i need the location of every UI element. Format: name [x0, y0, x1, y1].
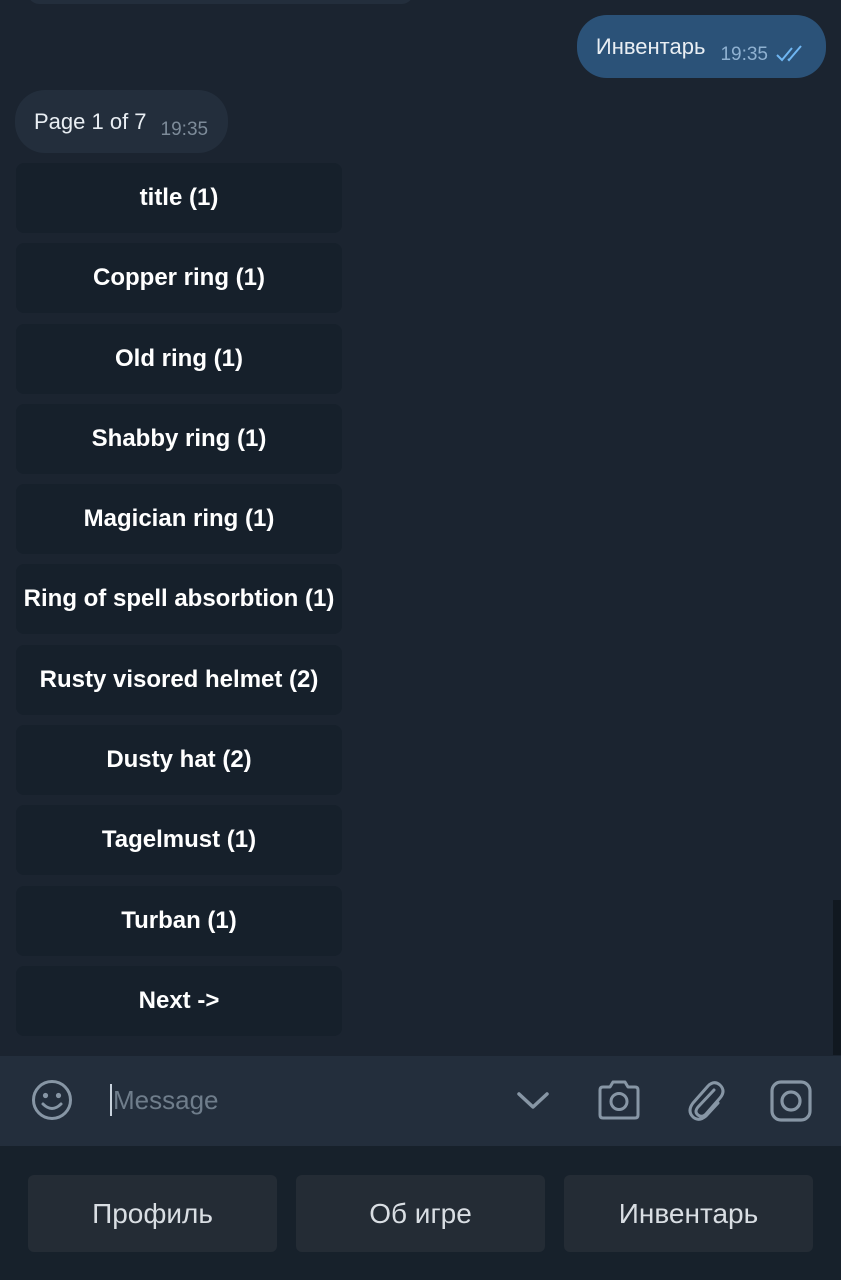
emoji-icon[interactable]	[30, 1078, 74, 1122]
inline-button-ring-of-spell-absorbtion[interactable]: Ring of spell absorbtion (1)	[16, 564, 342, 635]
inline-button-shabby-ring[interactable]: Shabby ring (1)	[16, 403, 342, 474]
reply-button-inventory[interactable]: Инвентарь	[564, 1175, 813, 1252]
incoming-message-bubble[interactable]: Page 1 of 7 19:35	[15, 90, 229, 153]
outgoing-message-text: Инвентарь	[595, 33, 706, 59]
reply-button-about-game[interactable]: Об игре	[296, 1175, 545, 1252]
reply-button-profile[interactable]: Профиль	[28, 1175, 277, 1252]
scrollbar[interactable]	[833, 900, 841, 1055]
chevron-down-icon[interactable]	[513, 1084, 553, 1116]
outgoing-message-time: 19:35	[720, 43, 768, 65]
incoming-message-text: Page 1 of 7	[34, 108, 147, 134]
inline-button-next[interactable]: Next ->	[16, 965, 342, 1036]
inline-keyboard: title (1) Copper ring (1) Old ring (1) S…	[16, 163, 342, 1046]
instagram-icon[interactable]	[768, 1078, 814, 1124]
inline-button-old-ring[interactable]: Old ring (1)	[16, 323, 342, 394]
camera-icon[interactable]	[596, 1078, 642, 1122]
outgoing-message-bubble[interactable]: Инвентарь 19:35	[576, 15, 826, 78]
inline-button-tagelmust[interactable]: Tagelmust (1)	[16, 805, 342, 876]
inline-button-rusty-visored-helmet[interactable]: Rusty visored helmet (2)	[16, 644, 342, 715]
inline-button-turban[interactable]: Turban (1)	[16, 885, 342, 956]
incoming-message-time: 19:35	[160, 118, 209, 140]
message-input[interactable]	[113, 1078, 493, 1122]
double-check-icon	[776, 44, 802, 61]
inline-button-magician-ring[interactable]: Magician ring (1)	[16, 484, 342, 555]
inline-button-dusty-hat[interactable]: Dusty hat (2)	[16, 725, 342, 796]
inline-button-copper-ring[interactable]: Copper ring (1)	[16, 243, 342, 314]
text-cursor	[110, 1084, 112, 1116]
previous-message-bubble	[28, 0, 413, 4]
inline-button-title[interactable]: title (1)	[16, 163, 342, 233]
paperclip-icon[interactable]	[684, 1076, 728, 1124]
